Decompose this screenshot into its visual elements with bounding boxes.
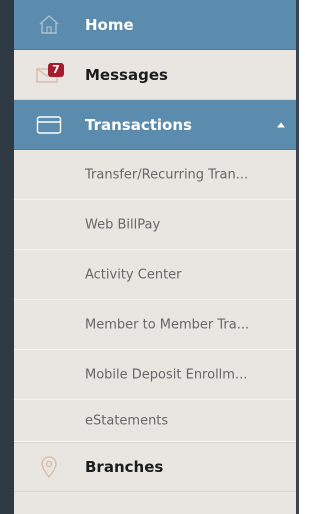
submenu-item-transfer[interactable]: Transfer/Recurring Tran... xyxy=(14,150,296,200)
sidebar-item-home[interactable]: Home xyxy=(14,0,296,50)
submenu-item-activity-center[interactable]: Activity Center xyxy=(14,250,296,300)
sidebar-menu: Home 7 Messages Transactions Transfer/Re… xyxy=(14,0,296,514)
navigation-panel: Home 7 Messages Transactions Transfer/Re… xyxy=(0,0,299,514)
home-icon xyxy=(32,13,66,37)
sidebar-item-branches[interactable]: Branches xyxy=(14,442,296,492)
panel-right-edge xyxy=(296,0,299,514)
sidebar-item-transactions[interactable]: Transactions xyxy=(14,100,296,150)
submenu-item-label: Activity Center xyxy=(85,267,182,282)
submenu-item-label: Member to Member Tra... xyxy=(85,317,250,332)
submenu-item-mobile-deposit[interactable]: Mobile Deposit Enrollm... xyxy=(14,350,296,400)
sidebar-item-label: Transactions xyxy=(85,115,192,134)
panel-left-edge xyxy=(0,0,14,514)
submenu-item-estatements[interactable]: eStatements xyxy=(14,400,296,442)
message-count-badge: 7 xyxy=(48,62,64,77)
submenu-item-label: Transfer/Recurring Tran... xyxy=(85,167,249,182)
submenu-item-label: Mobile Deposit Enrollm... xyxy=(85,367,248,382)
sidebar-item-messages[interactable]: 7 Messages xyxy=(14,50,296,100)
submenu-item-label: eStatements xyxy=(85,413,169,428)
submenu-item-web-billpay[interactable]: Web BillPay xyxy=(14,200,296,250)
sidebar-item-label: Branches xyxy=(85,458,164,476)
caret-up-icon[interactable] xyxy=(277,122,285,127)
submenu-item-label: Web BillPay xyxy=(85,217,161,232)
sidebar-item-label: Home xyxy=(85,15,134,34)
envelope-icon: 7 xyxy=(32,62,66,87)
sidebar-item-label: Messages xyxy=(85,65,168,84)
card-icon xyxy=(32,113,66,137)
submenu-item-member-transfer[interactable]: Member to Member Tra... xyxy=(14,300,296,350)
location-pin-icon xyxy=(32,455,66,479)
